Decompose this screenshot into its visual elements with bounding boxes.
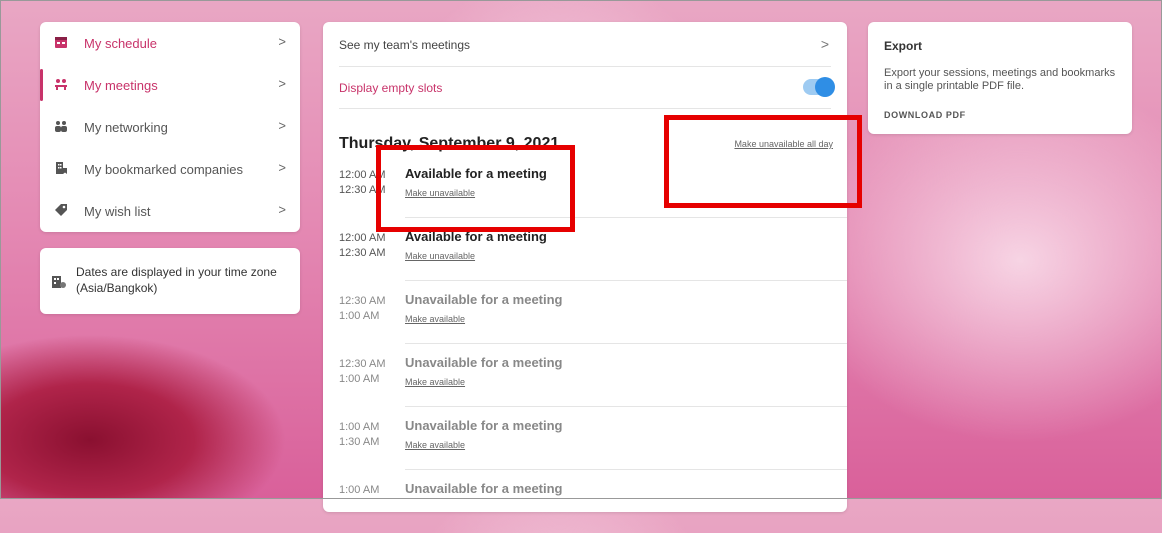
calendar-icon [55, 37, 67, 48]
slot-start-time: 1:00 AM [339, 484, 380, 496]
divider [339, 66, 831, 67]
time-slot: 1:00 AM 1:30 AM Unavailable for a meetin… [323, 407, 847, 470]
sidebar-item-my-schedule[interactable]: My schedule > [40, 22, 300, 64]
make-available-link[interactable]: Make available [405, 377, 465, 387]
slot-end-time: 1:30 AM [339, 436, 380, 448]
chevron-right-icon[interactable]: > [821, 36, 829, 52]
sidebar-item-my-wish-list[interactable]: My wish list > [40, 190, 300, 232]
display-empty-slots-label: Display empty slots [339, 81, 443, 95]
display-empty-slots-toggle[interactable] [803, 77, 835, 97]
highlight-box-slot [376, 145, 575, 232]
chevron-right-icon: > [278, 118, 286, 133]
meetings-panel: See my team's meetings > Display empty s… [323, 22, 847, 512]
slot-start-time: 12:00 AM [339, 232, 386, 244]
sidebar-item-my-networking[interactable]: My networking > [40, 106, 300, 148]
slot-status: Unavailable for a meeting [405, 481, 563, 496]
download-pdf-button[interactable]: DOWNLOAD PDF [884, 110, 966, 120]
make-available-link[interactable]: Make available [405, 314, 465, 324]
slot-end-time: 1:00 AM [339, 310, 380, 322]
sidebar-nav: My schedule > My meetings > My networkin… [40, 22, 300, 232]
see-team-meetings-link[interactable]: See my team's meetings [339, 38, 470, 52]
timezone-card: Dates are displayed in your time zone (A… [40, 248, 300, 314]
globe-calendar-icon [52, 276, 66, 288]
people-icon [55, 121, 67, 132]
make-unavailable-link[interactable]: Make unavailable [405, 251, 475, 261]
sidebar-item-label: My bookmarked companies [84, 161, 243, 177]
slot-start-time: 1:00 AM [339, 421, 380, 433]
slot-status: Unavailable for a meeting [405, 292, 563, 307]
export-title: Export [884, 39, 923, 53]
meeting-icon [55, 79, 67, 90]
highlight-box-all-day [664, 115, 862, 208]
timezone-text: Dates are displayed in your time zone (A… [76, 265, 277, 295]
time-slot: 1:00 AM Unavailable for a meeting [323, 470, 847, 533]
sidebar-item-label: My meetings [84, 77, 158, 93]
chevron-right-icon: > [278, 76, 286, 91]
sidebar-item-label: My wish list [84, 203, 151, 219]
slot-end-time: 1:00 AM [339, 373, 380, 385]
chevron-right-icon: > [278, 160, 286, 175]
bookmark-building-icon [56, 162, 67, 174]
slot-status: Unavailable for a meeting [405, 355, 563, 370]
export-description: Export your sessions, meetings and bookm… [884, 67, 1116, 92]
sidebar-item-my-meetings[interactable]: My meetings > [40, 64, 300, 106]
chevron-right-icon: > [278, 202, 286, 217]
sidebar-item-label: My schedule [84, 35, 157, 51]
divider [339, 108, 831, 109]
toggle-knob [815, 77, 835, 97]
slot-status: Unavailable for a meeting [405, 418, 563, 433]
slot-end-time: 12:30 AM [339, 247, 386, 259]
slot-start-time: 12:30 AM [339, 295, 386, 307]
time-slot: 12:30 AM 1:00 AM Unavailable for a meeti… [323, 281, 847, 344]
sidebar-item-my-bookmarked-companies[interactable]: My bookmarked companies > [40, 148, 300, 190]
slot-start-time: 12:30 AM [339, 358, 386, 370]
sidebar-item-label: My networking [84, 119, 168, 135]
chevron-right-icon: > [278, 34, 286, 49]
tag-icon [55, 204, 67, 216]
export-card: Export Export your sessions, meetings an… [868, 22, 1132, 134]
make-available-link[interactable]: Make available [405, 440, 465, 450]
time-slot: 12:30 AM 1:00 AM Unavailable for a meeti… [323, 344, 847, 407]
